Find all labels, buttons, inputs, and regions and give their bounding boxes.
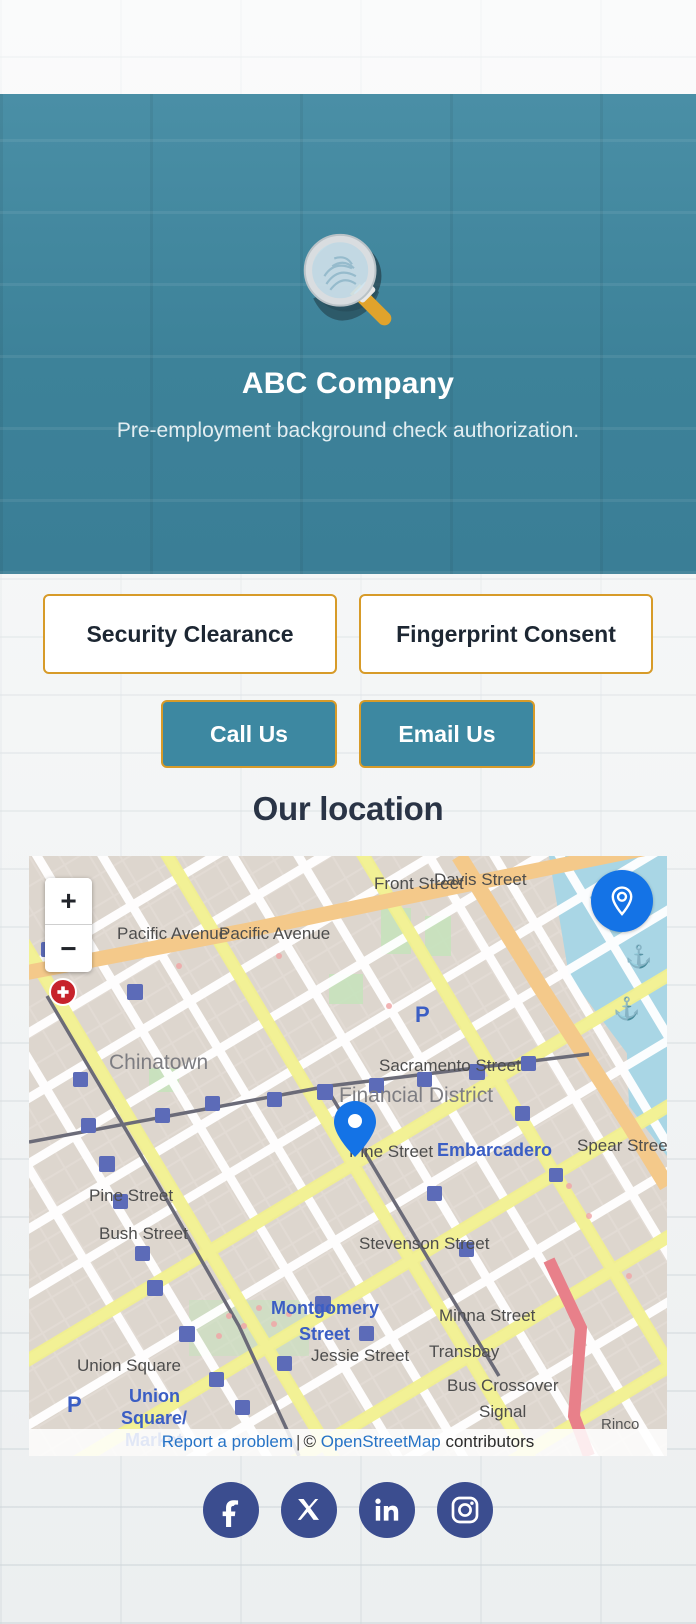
copyright-symbol: © <box>303 1432 316 1451</box>
map-container[interactable]: P P ⚓ ⚓ Pacific Avenue Pacific Avenue Fron… <box>29 856 667 1456</box>
instagram-icon[interactable] <box>437 1482 493 1538</box>
zoom-in-button[interactable]: + <box>45 878 92 925</box>
linkedin-icon[interactable] <box>359 1482 415 1538</box>
x-twitter-icon[interactable] <box>281 1482 337 1538</box>
email-us-button[interactable]: Email Us <box>359 700 535 768</box>
page-root: ABC Company Pre-employment background ch… <box>0 0 696 1624</box>
call-us-button[interactable]: Call Us <box>161 700 337 768</box>
security-clearance-button[interactable]: Security Clearance <box>43 594 337 674</box>
x-glyph-icon <box>297 1499 319 1520</box>
svg-text:⚓: ⚓ <box>625 944 652 969</box>
hero-subtitle: Pre-employment background check authoriz… <box>116 419 580 442</box>
page-title: Our location <box>252 790 444 827</box>
instagram-glyph-icon <box>451 1496 479 1524</box>
map-attribution: Report a problem | © OpenStreetMap contrib… <box>29 1429 667 1456</box>
plus-glyph-icon <box>57 986 69 998</box>
linkedin-glyph-icon <box>375 1498 399 1521</box>
hospital-icon <box>49 978 77 1006</box>
openstreetmap-link[interactable]: OpenStreetMap <box>321 1432 441 1451</box>
social-links <box>0 1482 696 1538</box>
svg-text:P: P <box>67 1392 82 1417</box>
map-pin-icon <box>611 886 633 916</box>
svg-text:P: P <box>415 1002 430 1027</box>
facebook-icon[interactable] <box>203 1482 259 1538</box>
facebook-glyph-icon <box>222 1500 239 1527</box>
magnifying-glass-fingerprint-icon <box>303 233 392 326</box>
locate-me-button[interactable] <box>591 870 653 932</box>
map-marker-icon[interactable] <box>333 1100 377 1158</box>
zoom-out-button[interactable]: − <box>45 925 92 972</box>
hero-title: ABC Company <box>241 367 455 400</box>
attribution-suffix: contributors <box>445 1432 535 1451</box>
solid-button-row: Call Us Email Us <box>0 700 696 768</box>
report-problem-link[interactable]: Report a problem <box>162 1432 293 1451</box>
fingerprint-consent-button[interactable]: Fingerprint Consent <box>359 594 653 674</box>
outline-button-row: Security Clearance Fingerprint Consent <box>0 594 696 674</box>
svg-text:⚓: ⚓ <box>613 996 640 1021</box>
map-zoom-controls[interactable]: + − <box>45 878 92 972</box>
hero-banner: ABC Company Pre-employment background ch… <box>0 94 696 574</box>
attribution-separator: | <box>296 1432 301 1451</box>
